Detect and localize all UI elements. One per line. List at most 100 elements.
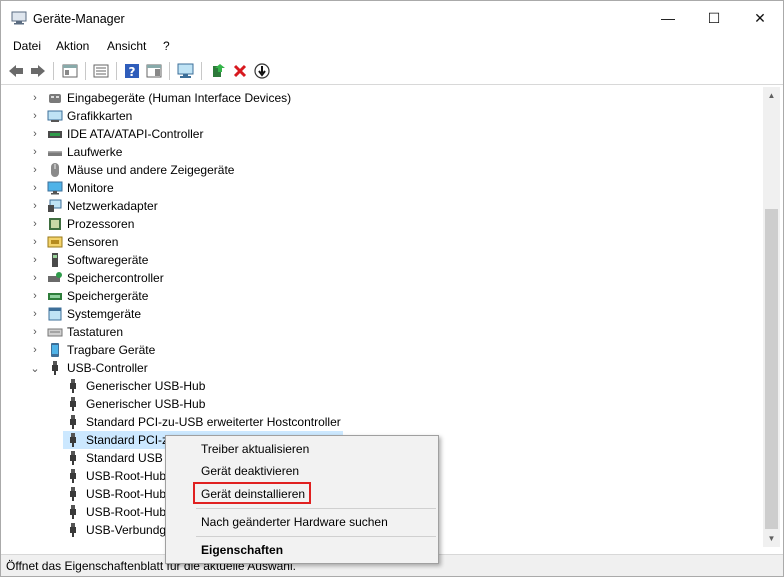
tree-label: Generischer USB-Hub: [86, 379, 206, 393]
menu-help[interactable]: ?: [163, 39, 170, 53]
expand-chevron-icon[interactable]: ›: [29, 289, 41, 303]
expand-chevron-icon[interactable]: ›: [29, 271, 41, 285]
expand-chevron-icon[interactable]: ›: [29, 145, 41, 159]
scan-hardware-button[interactable]: [176, 62, 196, 80]
hid-icon: [49, 94, 61, 103]
tree-category-speichergeraete[interactable]: › Speichergeräte: [5, 287, 763, 305]
usb-device-icon: [70, 433, 76, 447]
tree-label: Systemgeräte: [67, 307, 142, 321]
tree-label: Sensoren: [67, 235, 119, 249]
context-item-disable-device[interactable]: Gerät deaktivieren: [201, 464, 299, 478]
maximize-button[interactable]: ☐: [691, 1, 737, 35]
system-device-icon: [48, 307, 62, 321]
storage-device-icon: [48, 293, 62, 300]
tree-category-sensoren[interactable]: › Sensoren: [5, 233, 763, 251]
usb-device-icon: [70, 379, 76, 393]
expand-chevron-icon[interactable]: ›: [29, 109, 41, 123]
tree-label: Prozessoren: [67, 217, 135, 231]
mouse-icon: [51, 163, 59, 177]
close-button[interactable]: ✕: [737, 1, 783, 35]
scroll-thumb[interactable]: [765, 209, 778, 529]
tree-category-usb-controller[interactable]: ⌄ USB-Controller: [5, 359, 763, 377]
tree-category-eingabegeraete[interactable]: › Eingabegeräte (Human Interface Devices…: [5, 89, 763, 107]
expand-chevron-icon[interactable]: ›: [29, 307, 41, 321]
tree-category-laufwerke[interactable]: › Laufwerke: [5, 143, 763, 161]
tree-category-netzwerkadapter[interactable]: › Netzwerkadapter: [5, 197, 763, 215]
device-manager-window: Geräte-Manager — ☐ ✕ Datei Aktion Ansich…: [0, 0, 784, 577]
toolbar-separator: [169, 62, 170, 80]
expand-chevron-icon[interactable]: ›: [29, 199, 41, 213]
network-adapter-icon: [48, 199, 62, 212]
forward-arrow-icon: [31, 65, 45, 77]
show-hide-console-tree-button[interactable]: [60, 62, 80, 80]
display-adapter-icon: [47, 110, 63, 122]
expand-chevron-icon[interactable]: ›: [29, 91, 41, 105]
driver-details-icon: [146, 64, 162, 78]
toolbar-separator: [201, 62, 202, 80]
usb-icon: [52, 361, 58, 375]
scroll-down-arrow-icon[interactable]: ▼: [763, 530, 780, 547]
disable-device-button[interactable]: [252, 62, 272, 80]
tree-category-maeuse[interactable]: › Mäuse und andere Zeigegeräte: [5, 161, 763, 179]
storage-controller-icon: [48, 272, 62, 282]
usb-device-icon: [70, 523, 76, 537]
expand-chevron-icon[interactable]: ›: [29, 235, 41, 249]
tree-category-grafikkarten[interactable]: › Grafikkarten: [5, 107, 763, 125]
vertical-scrollbar[interactable]: ▲ ▼: [763, 87, 780, 547]
tree-category-speichercontroller[interactable]: › Speichercontroller: [5, 269, 763, 287]
usb-device-icon: [70, 415, 76, 429]
uninstall-highlight-box: [193, 482, 311, 504]
tree-device-row[interactable]: Generischer USB-Hub: [5, 395, 763, 413]
tree-category-monitore[interactable]: › Monitore: [5, 179, 763, 197]
menu-aktion[interactable]: Aktion: [56, 39, 89, 53]
toolbar: ?: [1, 57, 783, 85]
tree-label: USB-Verbundge: [86, 523, 173, 537]
help-icon: ?: [125, 64, 139, 79]
forward-button[interactable]: [28, 62, 48, 80]
tree-device-row[interactable]: Generischer USB-Hub: [5, 377, 763, 395]
usb-device-icon: [70, 505, 76, 519]
scroll-up-arrow-icon[interactable]: ▲: [763, 87, 780, 104]
action-pane-button[interactable]: [144, 62, 164, 80]
menu-ansicht[interactable]: Ansicht: [107, 39, 146, 53]
view-button[interactable]: [91, 62, 111, 80]
minimize-button[interactable]: —: [645, 1, 691, 35]
expand-chevron-icon[interactable]: ›: [29, 343, 41, 357]
tree-category-systemgeraete[interactable]: › Systemgeräte: [5, 305, 763, 323]
tree-category-tragbare-geraete[interactable]: › Tragbare Geräte: [5, 341, 763, 359]
tree-label: USB-Root-Hub: [86, 469, 167, 483]
menu-datei[interactable]: Datei: [13, 39, 41, 53]
expand-chevron-icon[interactable]: ›: [29, 217, 41, 231]
tree-category-softwaregeraete[interactable]: › Softwaregeräte: [5, 251, 763, 269]
svg-text:?: ?: [129, 65, 136, 79]
expand-chevron-icon[interactable]: ›: [29, 181, 41, 195]
expand-chevron-icon[interactable]: ›: [29, 127, 41, 141]
tree-label: Speichercontroller: [67, 271, 164, 285]
context-separator: [196, 508, 436, 509]
tree-category-tastaturen[interactable]: › Tastaturen: [5, 323, 763, 341]
context-separator: [196, 536, 436, 537]
context-item-properties[interactable]: Eigenschaften: [201, 543, 283, 557]
tree-label: Mäuse und andere Zeigegeräte: [67, 163, 235, 177]
tree-device-row[interactable]: Standard PCI-zu-USB erweiterter Hostcont…: [5, 413, 763, 431]
tree-category-ide[interactable]: › IDE ATA/ATAPI-Controller: [5, 125, 763, 143]
update-driver-button[interactable]: [208, 62, 228, 80]
context-item-update-driver[interactable]: Treiber aktualisieren: [201, 442, 309, 456]
tree-label: Softwaregeräte: [67, 253, 149, 267]
tree-label: Laufwerke: [67, 145, 123, 159]
tree-label: Grafikkarten: [67, 109, 133, 123]
expand-chevron-icon[interactable]: ›: [29, 325, 41, 339]
menu-bar: Datei Aktion Ansicht ?: [1, 35, 783, 57]
expand-chevron-icon[interactable]: ›: [29, 163, 41, 177]
expand-chevron-icon[interactable]: ›: [29, 253, 41, 267]
uninstall-device-button[interactable]: [230, 62, 250, 80]
tree-label: Speichergeräte: [67, 289, 149, 303]
collapse-chevron-icon[interactable]: ⌄: [29, 361, 41, 375]
help-button[interactable]: ?: [122, 62, 142, 80]
keyboard-icon: [47, 328, 63, 337]
back-button[interactable]: [6, 62, 26, 80]
software-device-icon: [52, 253, 58, 267]
tree-label: Tragbare Geräte: [67, 343, 156, 357]
context-item-scan-hardware[interactable]: Nach geänderter Hardware suchen: [201, 515, 388, 529]
tree-category-prozessoren[interactable]: › Prozessoren: [5, 215, 763, 233]
